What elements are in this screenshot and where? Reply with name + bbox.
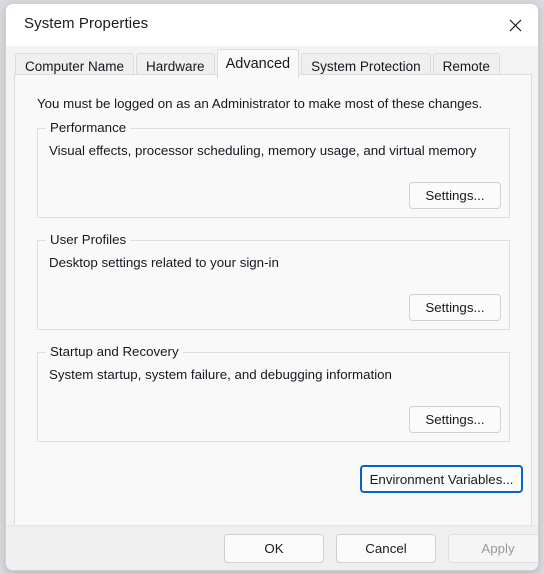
close-icon[interactable]	[492, 4, 538, 46]
performance-settings-button[interactable]: Settings...	[409, 182, 501, 209]
user-profiles-group: User Profiles Desktop settings related t…	[37, 232, 510, 330]
performance-group: Performance Visual effects, processor sc…	[37, 120, 510, 218]
startup-recovery-description: System startup, system failure, and debu…	[49, 367, 392, 382]
title-bar: System Properties	[6, 4, 538, 46]
performance-description: Visual effects, processor scheduling, me…	[49, 143, 477, 158]
system-properties-window: System Properties Computer Name Hardware…	[5, 3, 539, 571]
user-profiles-settings-button[interactable]: Settings...	[409, 294, 501, 321]
dialog-footer: OK Cancel Apply	[6, 525, 538, 570]
cancel-button[interactable]: Cancel	[336, 534, 436, 563]
startup-recovery-settings-button[interactable]: Settings...	[409, 406, 501, 433]
user-profiles-description: Desktop settings related to your sign-in	[49, 255, 279, 270]
apply-button: Apply	[448, 534, 538, 563]
advanced-tab-panel: You must be logged on as an Administrato…	[14, 74, 532, 527]
window-title: System Properties	[24, 15, 149, 32]
tab-advanced[interactable]: Advanced	[216, 49, 300, 79]
ok-button[interactable]: OK	[224, 534, 324, 563]
startup-recovery-group-legend: Startup and Recovery	[46, 344, 183, 359]
environment-variables-button[interactable]: Environment Variables...	[360, 465, 523, 493]
performance-group-legend: Performance	[46, 120, 131, 135]
user-profiles-group-legend: User Profiles	[46, 232, 131, 247]
administrator-note: You must be logged on as an Administrato…	[37, 96, 483, 111]
startup-recovery-group: Startup and Recovery System startup, sys…	[37, 344, 510, 442]
